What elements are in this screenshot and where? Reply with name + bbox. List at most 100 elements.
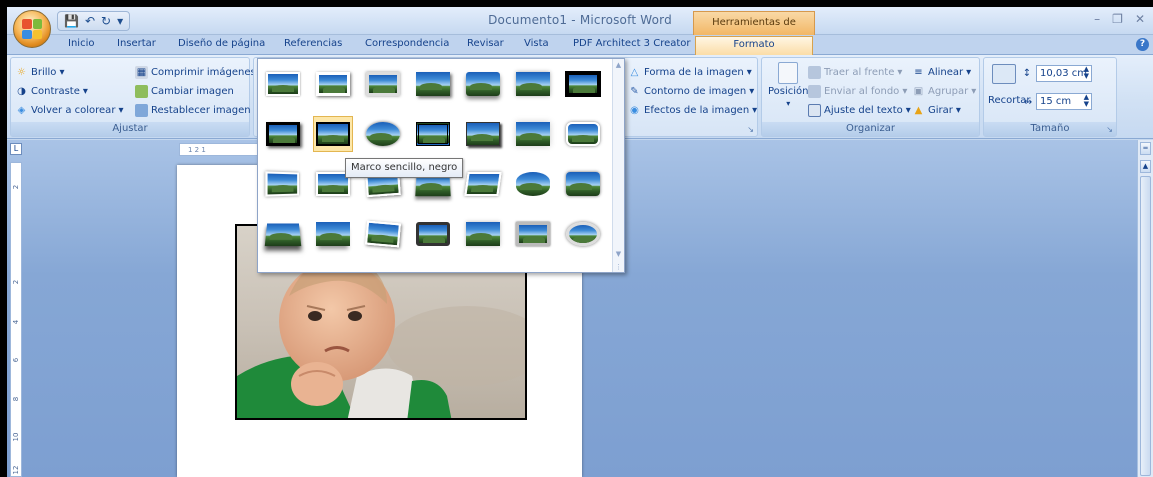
group-organizar: Posición ▾ Traer al frente ▾ Enviar al fo… (761, 57, 980, 137)
help-icon[interactable]: ? (1136, 38, 1149, 51)
gallery-scroll-up-icon[interactable]: ▲ (613, 61, 624, 69)
brightness-icon: ☼ (17, 67, 26, 78)
cambiar-imagen-button[interactable]: Cambiar imagen (135, 85, 234, 98)
tab-pdf-architect[interactable]: PDF Architect 3 Creator (573, 38, 691, 49)
picture-style-thumb[interactable] (513, 116, 553, 152)
vertical-scrollbar[interactable]: ═ ▲ (1137, 140, 1153, 477)
outline-pen-icon: ✎ (630, 86, 639, 97)
picture-style-thumb[interactable] (463, 116, 503, 152)
group-icon: ▣ (913, 86, 924, 97)
office-logo-icon (22, 19, 42, 39)
picture-style-thumb[interactable] (263, 66, 303, 102)
comprimir-imagenes-button[interactable]: ▦ Comprimir imágenes (135, 66, 256, 79)
tab-formato[interactable]: Formato (695, 36, 813, 55)
picture-style-thumb[interactable] (313, 216, 353, 252)
picture-style-thumb[interactable] (413, 116, 453, 152)
word-window: 💾 ↶ ↻ ▾ Documento1 - Microsoft Word Herr… (7, 7, 1153, 477)
tab-correspondencia[interactable]: Correspondencia (365, 38, 449, 49)
ajuste-texto-button[interactable]: Ajuste del texto ▾ (808, 104, 911, 117)
recolor-icon: ◈ (17, 105, 26, 116)
vertical-ruler[interactable]: 2 2 4 6 8 10 12 (10, 162, 22, 477)
tab-selector[interactable]: L (10, 143, 22, 155)
width-icon: ↔ (1023, 97, 1033, 108)
restore-icon[interactable]: ❐ (1112, 12, 1123, 26)
picture-style-thumb[interactable] (263, 166, 303, 202)
forma-imagen-button[interactable]: △ Forma de la imagen ▾ (628, 66, 752, 79)
tab-vista[interactable]: Vista (524, 38, 549, 49)
close-icon[interactable]: ✕ (1135, 12, 1145, 26)
picture-style-thumb[interactable] (463, 216, 503, 252)
contorno-imagen-button[interactable]: ✎ Contorno de imagen ▾ (628, 85, 754, 98)
picture-style-thumb[interactable] (263, 116, 303, 152)
group-label-tamano: Tamaño (984, 122, 1116, 136)
picture-style-thumb[interactable] (413, 216, 453, 252)
ribbon-tabs: Inicio Insertar Diseño de página Referen… (7, 35, 1153, 55)
group-label-ajustar: Ajustar (11, 122, 249, 136)
efectos-imagen-button[interactable]: ◉ Efectos de la imagen ▾ (628, 104, 757, 117)
split-view-icon[interactable]: ═ (1140, 142, 1151, 155)
picture-style-thumb-marco-sencillo-negro[interactable] (313, 116, 353, 152)
picture-style-thumb[interactable] (513, 166, 553, 202)
picture-style-thumb[interactable] (363, 66, 403, 102)
dialog-launcher-icon[interactable]: ↘ (747, 125, 754, 134)
position-icon (778, 62, 799, 84)
restablecer-imagen-button[interactable]: Restablecer imagen (135, 104, 251, 117)
height-icon: ↕ (1022, 68, 1032, 79)
tab-insertar[interactable]: Insertar (117, 38, 156, 49)
brillo-button[interactable]: ☼ Brillo ▾ (15, 66, 64, 79)
vruler-number: 12 (12, 465, 20, 475)
picture-style-thumb[interactable] (513, 66, 553, 102)
picture-style-thumb[interactable] (563, 66, 603, 102)
picture-style-thumb[interactable] (563, 116, 603, 152)
size-dialog-launcher-icon[interactable]: ↘ (1106, 125, 1113, 134)
agrupar-button[interactable]: ▣ Agrupar ▾ (912, 85, 977, 98)
change-picture-icon (135, 85, 148, 98)
picture-tools-context-title: Herramientas de imagen (693, 11, 815, 50)
window-title: Documento1 - Microsoft Word (488, 13, 672, 27)
tab-revisar[interactable]: Revisar (467, 38, 504, 49)
picture-style-thumb[interactable] (263, 216, 303, 252)
picture-style-thumb[interactable] (513, 216, 553, 252)
picture-style-thumb[interactable] (363, 116, 403, 152)
bring-front-icon (808, 66, 821, 79)
contrast-icon: ◑ (17, 86, 26, 97)
contraste-button[interactable]: ◑ Contraste ▾ (15, 85, 88, 98)
width-spinner-icon[interactable]: ▲ ▼ (1084, 94, 1089, 108)
tab-inicio[interactable]: Inicio (68, 38, 94, 49)
group-label-organizar: Organizar (762, 122, 979, 136)
vruler-number: 8 (12, 396, 20, 402)
volver-colorear-button[interactable]: ◈ Volver a colorear ▾ (15, 104, 124, 117)
gallery-resize-icon[interactable]: ⋮ (613, 263, 624, 271)
tab-diseno-pagina[interactable]: Diseño de página (178, 38, 265, 49)
picture-style-thumb[interactable] (463, 166, 503, 202)
effects-icon: ◉ (630, 105, 639, 116)
window-controls: – ❐ ✕ (1094, 12, 1145, 26)
picture-style-thumb[interactable] (463, 66, 503, 102)
gallery-scrollbar[interactable]: ▲ ▼ ⋮ (612, 59, 624, 272)
alinear-button[interactable]: ≡ Alinear ▾ (912, 66, 971, 79)
picture-style-thumb[interactable] (563, 166, 603, 202)
enviar-al-fondo-button[interactable]: Enviar al fondo ▾ (808, 85, 907, 98)
send-back-icon (808, 85, 821, 98)
gallery-scroll-down-icon[interactable]: ▼ (613, 250, 624, 258)
tab-referencias[interactable]: Referencias (284, 38, 342, 49)
group-tamano: ↕ 10,03 cm ▲ ▼ Recortar ↔ 15 cm ▲ ▼ Tamaño… (983, 57, 1117, 137)
picture-style-thumb[interactable] (563, 216, 603, 252)
vruler-number: 6 (12, 357, 20, 363)
girar-button[interactable]: ▲ Girar ▾ (912, 104, 961, 117)
height-spinner-icon[interactable]: ▲ ▼ (1084, 66, 1089, 80)
minimize-icon[interactable]: – (1094, 12, 1100, 26)
height-field[interactable]: 10,03 cm ▲ ▼ (1036, 65, 1092, 82)
picture-style-thumb[interactable] (363, 216, 403, 252)
vruler-number: 2 (12, 184, 20, 190)
reset-picture-icon (135, 104, 148, 117)
scroll-up-icon[interactable]: ▲ (1140, 160, 1151, 173)
office-button[interactable] (13, 10, 51, 48)
traer-al-frente-button[interactable]: Traer al frente ▾ (808, 66, 902, 79)
posicion-button[interactable]: Posición ▾ (768, 62, 809, 108)
picture-style-thumb[interactable] (413, 66, 453, 102)
width-field[interactable]: 15 cm ▲ ▼ (1036, 93, 1092, 110)
group-ajustar: ☼ Brillo ▾ ◑ Contraste ▾ ◈ Volver a colore… (10, 57, 256, 137)
scrollbar-thumb[interactable] (1140, 176, 1151, 476)
picture-style-thumb[interactable] (313, 66, 353, 102)
